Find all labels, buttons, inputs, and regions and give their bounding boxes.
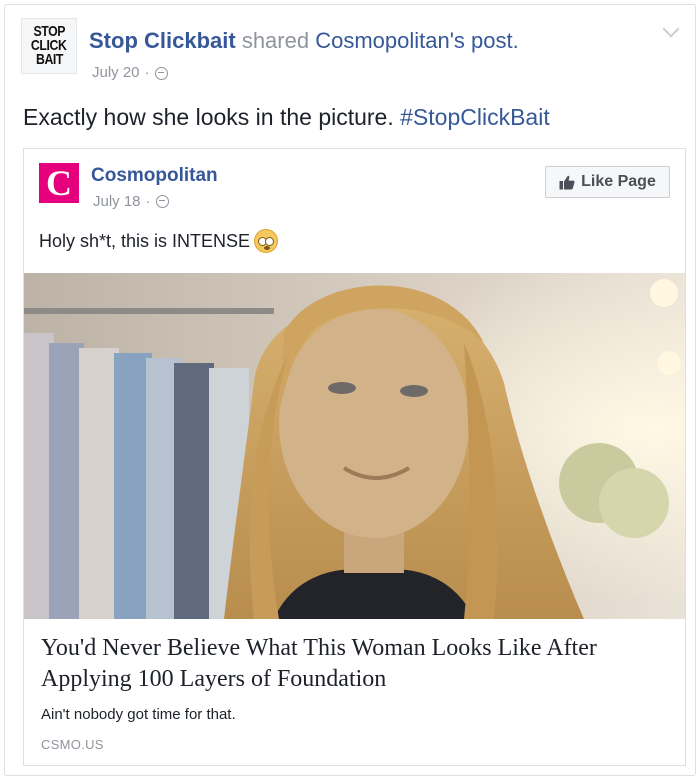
- avatar-line-3: BAIT: [35, 51, 63, 68]
- original-post-meta: July 18 ·: [93, 193, 169, 210]
- link-preview-image[interactable]: [24, 273, 685, 619]
- status-text: Exactly how she looks in the picture. #S…: [23, 102, 550, 132]
- link-headline[interactable]: You'd Never Believe What This Woman Look…: [41, 633, 681, 695]
- original-post-text: Holy sh*t, this is INTENSE: [39, 228, 279, 254]
- like-page-button[interactable]: Like Page: [545, 166, 670, 198]
- like-page-label: Like Page: [581, 173, 656, 190]
- globe-icon[interactable]: [155, 195, 169, 208]
- cosmopolitan-logo[interactable]: C: [39, 163, 79, 203]
- shared-from-link[interactable]: Cosmopolitan's post.: [315, 28, 519, 53]
- chevron-down-icon[interactable]: [662, 20, 680, 38]
- flushed-face-icon: [254, 229, 279, 253]
- meta-separator: ·: [144, 64, 150, 81]
- page-name-link[interactable]: Cosmopolitan: [91, 165, 218, 187]
- share-action-text: shared: [241, 28, 310, 53]
- hashtag-link[interactable]: #StopClickBait: [400, 104, 550, 130]
- thumbs-up-icon: [559, 175, 575, 189]
- sharer-name-link[interactable]: Stop Clickbait: [89, 28, 236, 53]
- link-domain: CSMO.US: [41, 737, 104, 752]
- meta-separator: ·: [145, 193, 151, 210]
- post-meta: July 20 ·: [92, 63, 168, 83]
- stop-clickbait-avatar[interactable]: STOP CLICK BAIT: [21, 18, 77, 74]
- post-header: Stop Clickbait shared Cosmopolitan's pos…: [89, 27, 519, 55]
- status-message: Exactly how she looks in the picture.: [23, 104, 394, 130]
- link-description: Ain't nobody got time for that.: [41, 706, 236, 723]
- post-date[interactable]: July 20: [92, 63, 140, 83]
- woman-foundation-photo: [24, 273, 685, 619]
- original-post-date[interactable]: July 18: [93, 193, 141, 210]
- shared-post-card: STOP CLICK BAIT Stop Clickbait shared Co…: [4, 4, 696, 776]
- original-post-message: Holy sh*t, this is INTENSE: [39, 231, 251, 251]
- original-post: C Cosmopolitan July 18 · Like Page Holy …: [23, 148, 686, 766]
- globe-icon[interactable]: [154, 66, 168, 80]
